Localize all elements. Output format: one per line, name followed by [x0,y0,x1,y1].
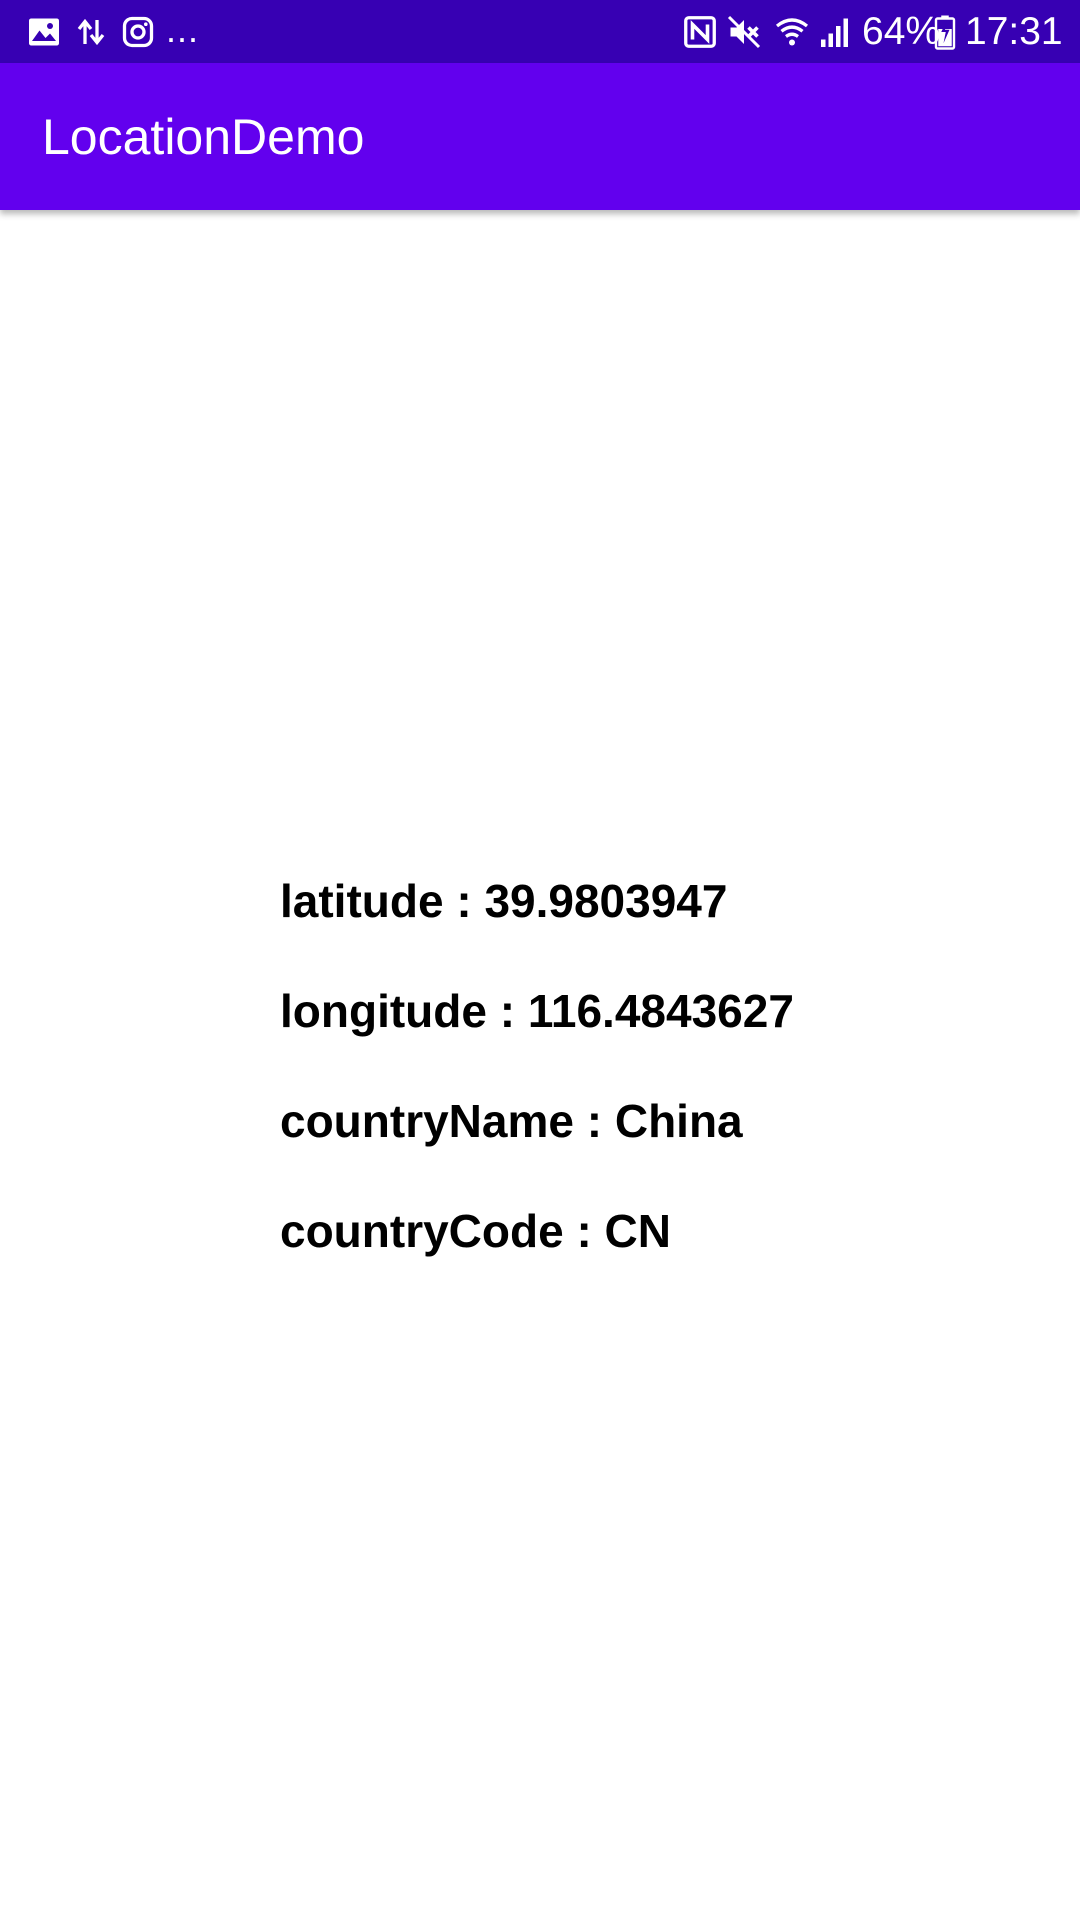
data-transfer-icon [77,18,105,46]
country-code-text: countryCode : CN [280,1205,671,1257]
app-title: LocationDemo [42,109,365,165]
battery-icon [934,15,956,50]
battery-percentage: 64% [862,10,941,53]
gallery-icon [29,18,59,46]
nfc-icon [684,16,716,48]
instagram-icon [122,16,154,48]
wifi-icon [775,18,809,46]
signal-icon [821,18,848,47]
screen: ... 64% 17:31 LocationDemo latitude: 39… [0,0,1080,1920]
status-time: 17:31 [965,10,1063,53]
country-name-text: countryName : China [280,1095,743,1147]
mute-icon [727,15,761,49]
status-overflow-indicator: ... [166,9,200,50]
longitude-text: longitude : 116.4843627 [280,985,794,1037]
latitude-text: latitude : 39.9803947 [280,875,728,927]
status-bar: ... 64% 17:31 [0,0,1080,63]
app-bar: LocationDemo [0,63,1080,210]
